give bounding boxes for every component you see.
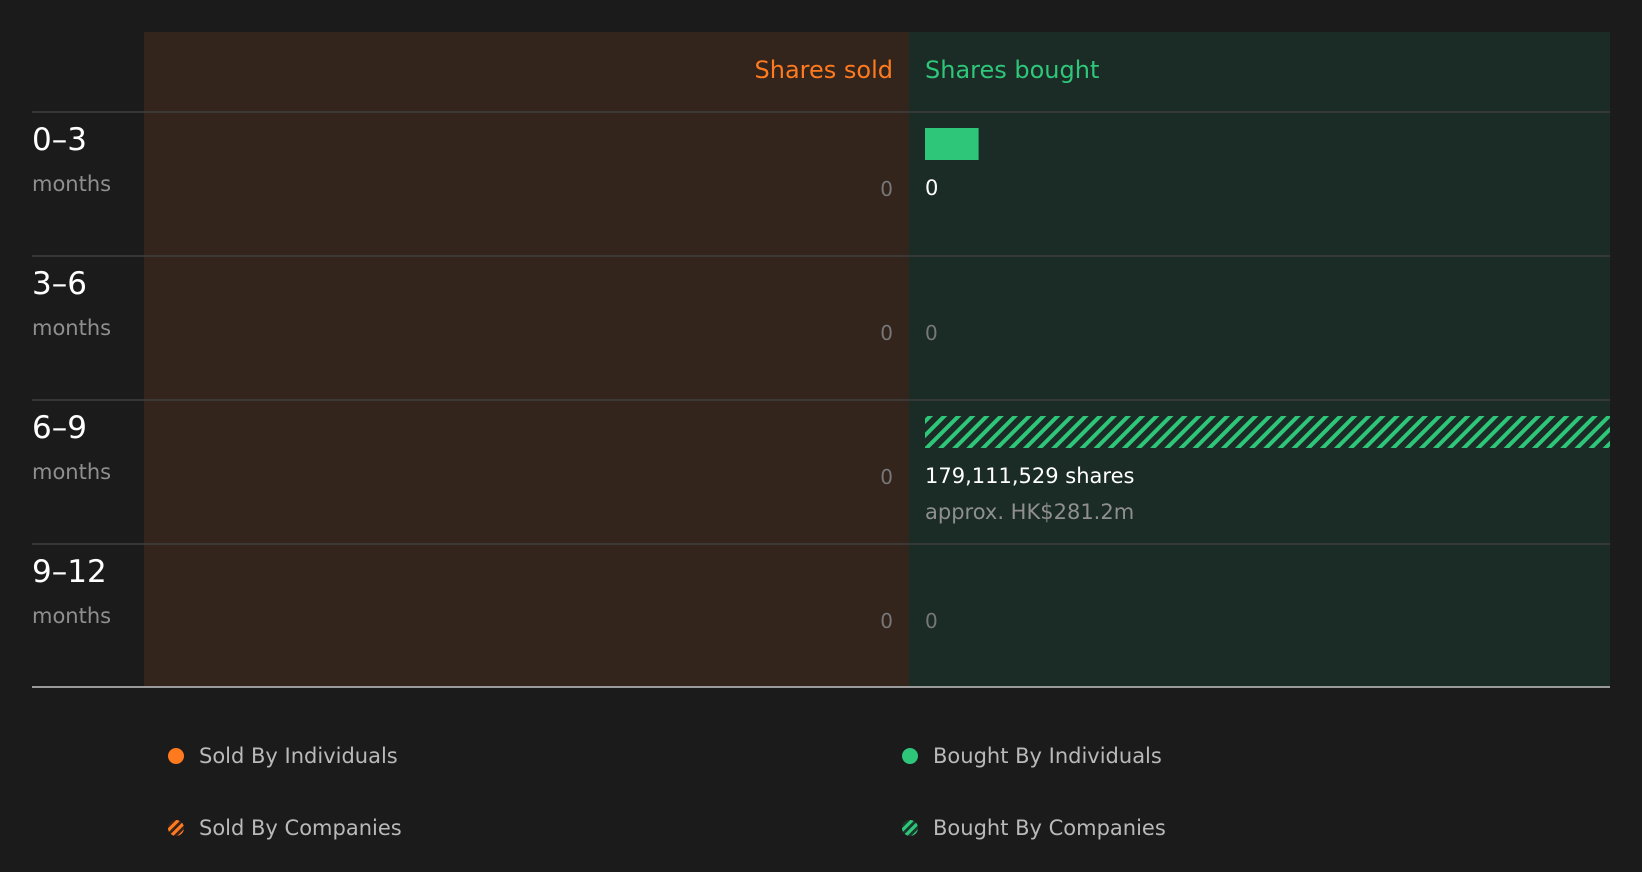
legend-sold-individuals[interactable]: Sold By Individuals [168,744,398,768]
bought-companies-bar [925,416,1610,448]
insider-trading-chart: Shares sold Shares bought 0–3 months 0 0 3–6… [32,32,1610,688]
sold-value-label: 0 [880,465,893,489]
bought-individuals-swatch [902,748,918,764]
sold-value-label: 0 [880,177,893,201]
bought-value-sublabel: approx. HK$281.2m [925,500,1134,524]
sold-panel [144,32,909,687]
bought-value-label: 0 [925,321,938,345]
bought-value-label: 179,111,529 shares [925,464,1134,488]
legend-label: Bought By Individuals [933,744,1162,768]
row-unit-label: months [32,604,111,628]
row-range-label: 9–12 [32,554,107,590]
legend-label: Sold By Companies [199,816,402,840]
sold-companies-swatch [168,820,184,836]
bought-value-label: 0 [925,609,938,633]
row-range-label: 6–9 [32,410,87,446]
bought-column-header: Shares bought [925,56,1099,84]
sold-value-label: 0 [880,609,893,633]
row-range-label: 0–3 [32,122,87,158]
legend-label: Sold By Individuals [199,744,398,768]
row-unit-label: months [32,460,111,484]
bought-value-label: 0 [925,176,938,200]
legend-bought-individuals[interactable]: Bought By Individuals [902,744,1162,768]
legend-label: Bought By Companies [933,816,1166,840]
sold-individuals-swatch [168,748,184,764]
row-range-label: 3–6 [32,266,87,302]
row-unit-label: months [32,172,111,196]
legend-sold-companies[interactable]: Sold By Companies [168,816,402,840]
bought-individuals-bar [925,128,979,160]
bought-companies-swatch [902,820,918,836]
sold-column-header: Shares sold [755,56,893,84]
legend-bought-companies[interactable]: Bought By Companies [902,816,1166,840]
sold-value-label: 0 [880,321,893,345]
bought-panel [909,32,1610,687]
row-unit-label: months [32,316,111,340]
